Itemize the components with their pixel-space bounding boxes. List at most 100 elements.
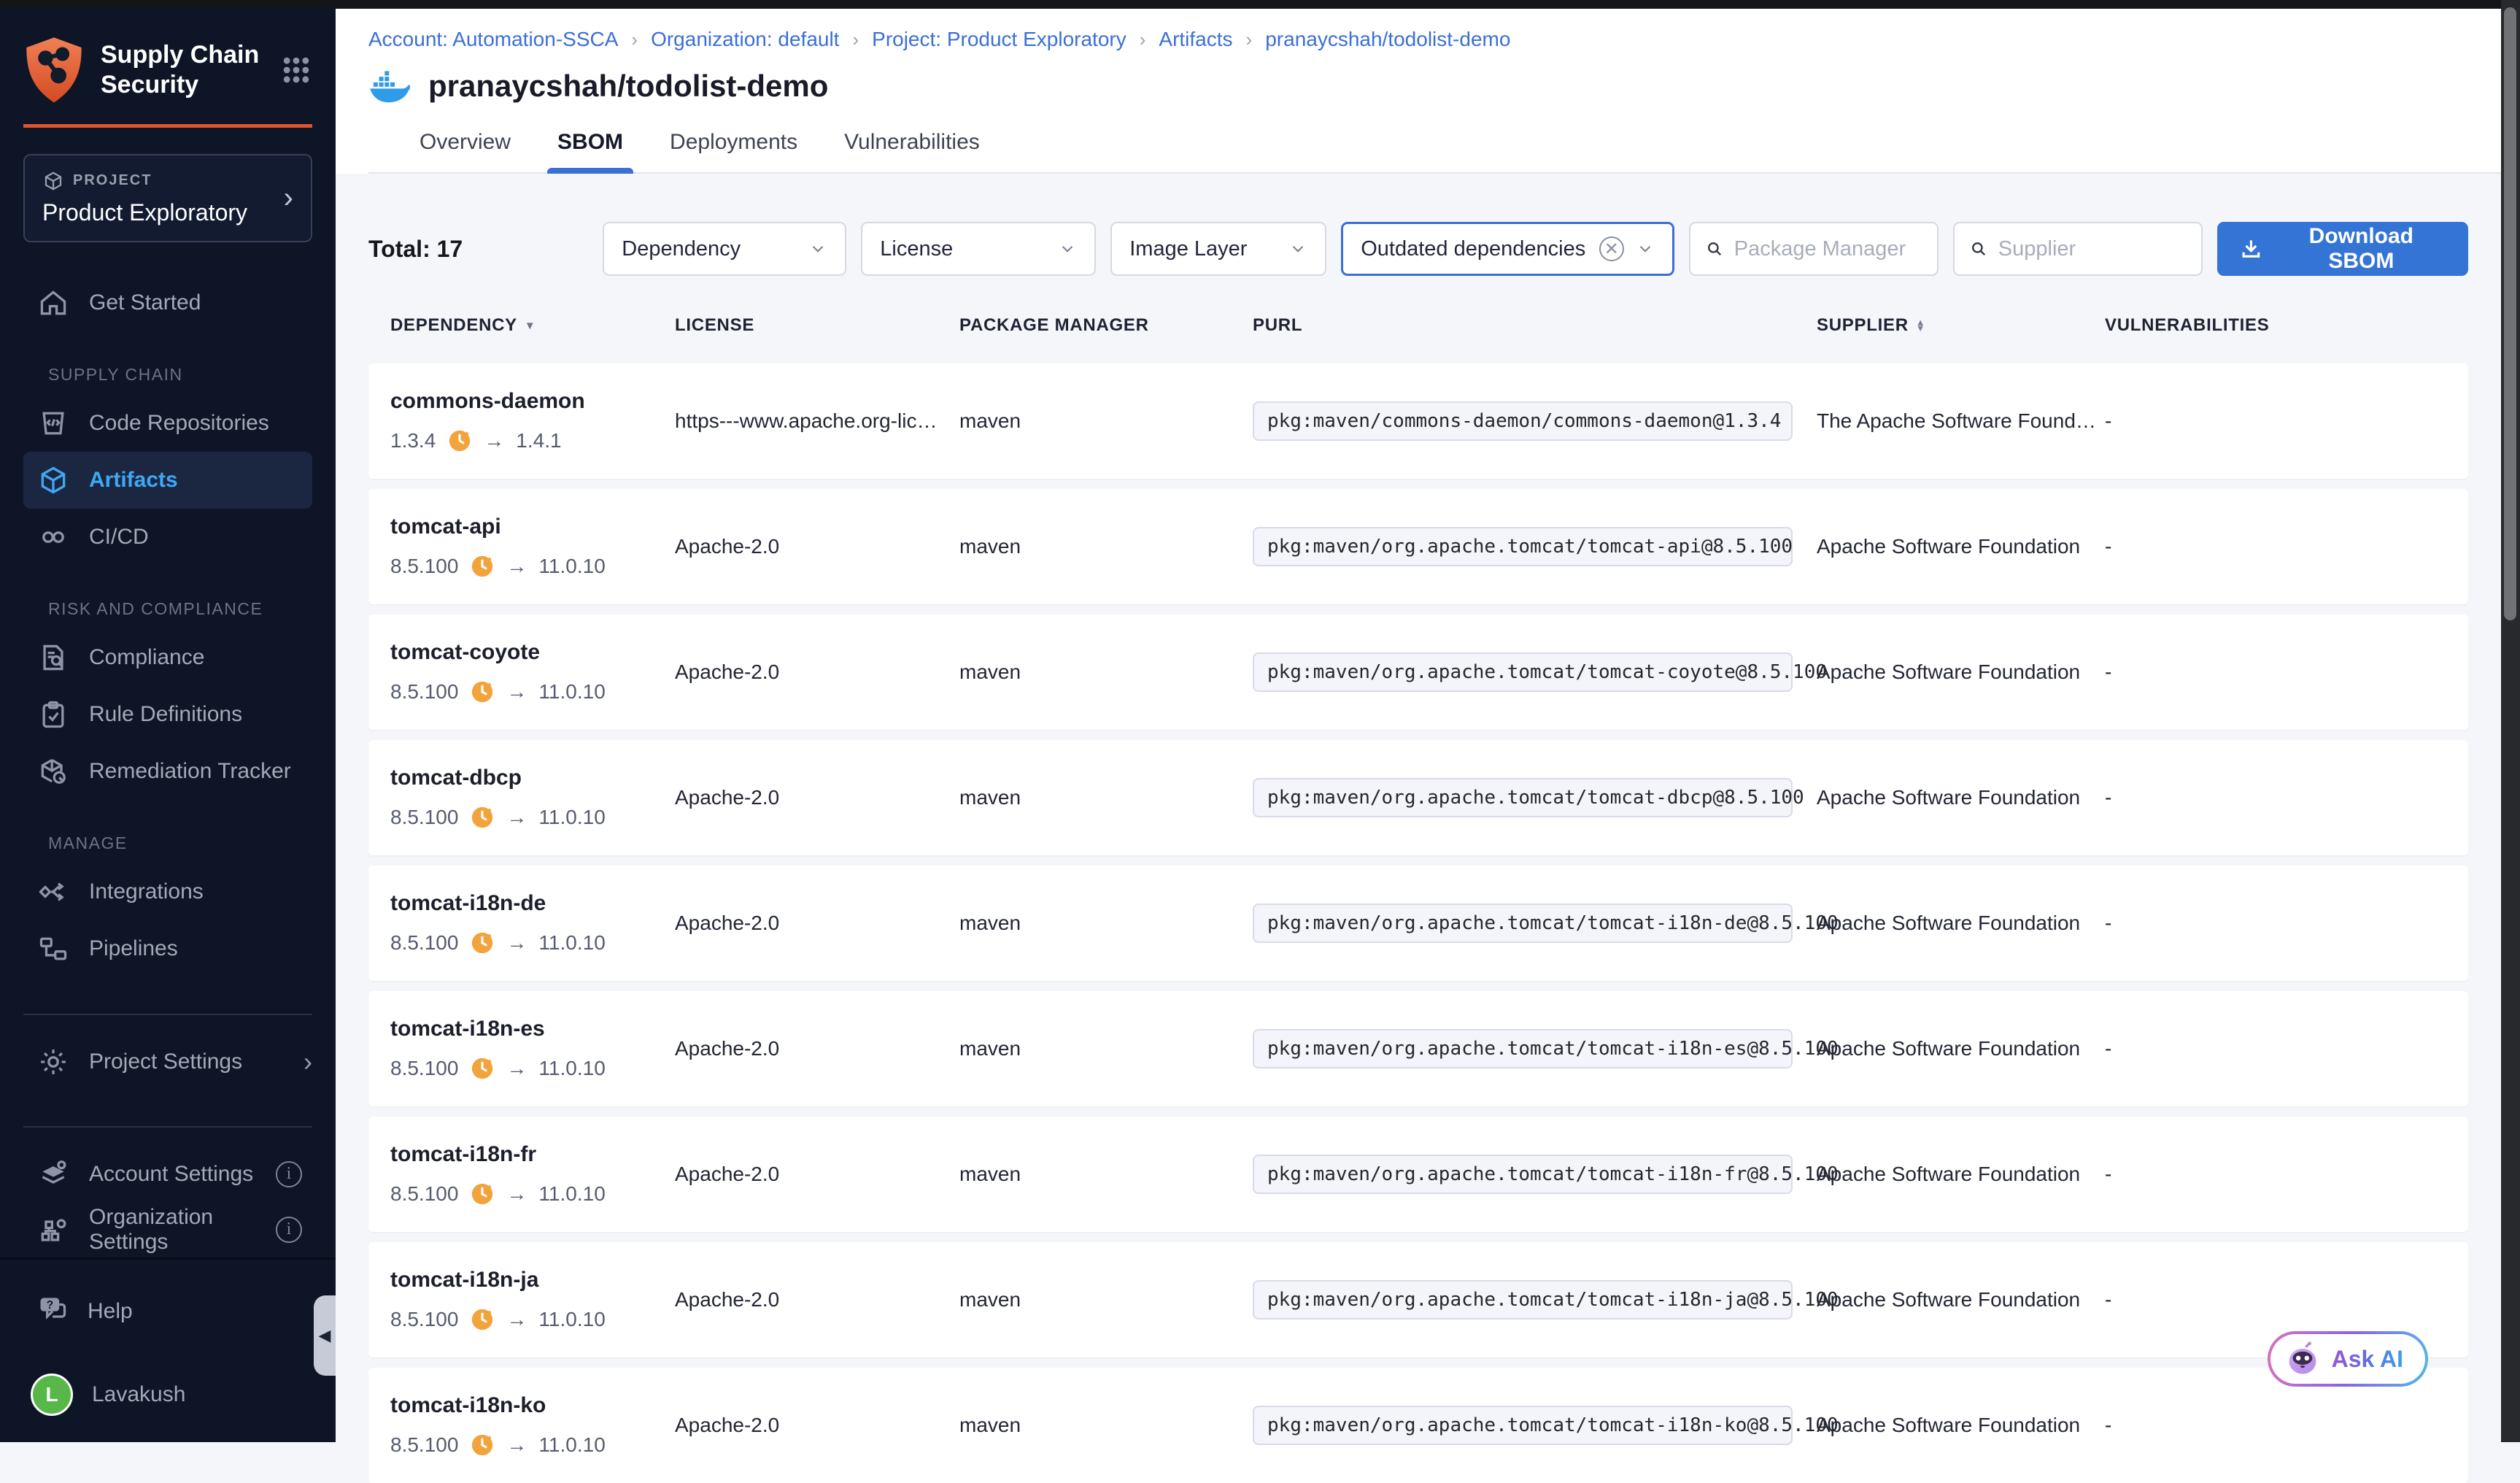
- purl-chip[interactable]: pkg:maven/org.apache.tomcat/tomcat-i18n-…: [1253, 1155, 1793, 1194]
- supplier-cell: Apache Software Foundation: [1817, 1288, 2105, 1311]
- sidebar-item-rule-definitions[interactable]: Rule Definitions: [23, 686, 312, 743]
- app-switcher-icon[interactable]: [280, 54, 312, 86]
- help-chat-icon: ?: [36, 1293, 69, 1330]
- sidebar-item-label: Compliance: [89, 645, 204, 670]
- breadcrumb-link[interactable]: Project: Product Exploratory: [872, 28, 1126, 51]
- page-scrollbar[interactable]: [2501, 0, 2520, 1442]
- breadcrumb-separator: ›: [631, 28, 638, 51]
- table-row[interactable]: tomcat-i18n-es8.5.100→11.0.10Apache-2.0m…: [368, 991, 2468, 1106]
- active-filter-label: Outdated dependencies: [1361, 237, 1588, 261]
- dependency-name: tomcat-i18n-fr: [390, 1142, 675, 1167]
- column-header-supplier[interactable]: SUPPLIER ▲▼: [1817, 315, 2105, 336]
- current-version: 8.5.100: [390, 931, 458, 955]
- table-row[interactable]: tomcat-i18n-fr8.5.100→11.0.10Apache-2.0m…: [368, 1117, 2468, 1232]
- arrow-right-icon: →: [506, 931, 527, 955]
- sidebar-item-integrations[interactable]: Integrations: [23, 863, 312, 920]
- table-row[interactable]: tomcat-i18n-de8.5.100→11.0.10Apache-2.0m…: [368, 866, 2468, 981]
- sidebar-item-artifacts[interactable]: Artifacts: [23, 452, 312, 509]
- sidebar-item-organization-settings[interactable]: Organization Settings i: [23, 1202, 312, 1257]
- license-cell: Apache-2.0: [675, 786, 959, 809]
- purl-chip[interactable]: pkg:maven/org.apache.tomcat/tomcat-coyot…: [1253, 652, 1793, 692]
- column-header-dependency[interactable]: DEPENDENCY▼: [390, 315, 675, 336]
- sort-desc-icon: ▼: [525, 320, 536, 332]
- dependency-versions: 8.5.100→11.0.10: [390, 554, 675, 579]
- purl-chip[interactable]: pkg:maven/commons-daemon/commons-daemon@…: [1253, 401, 1793, 441]
- box-wrench-icon: [36, 755, 70, 788]
- sidebar-item-get-started[interactable]: Get Started: [23, 274, 312, 331]
- column-header-purl: PURL: [1253, 315, 1817, 336]
- purl-chip[interactable]: pkg:maven/org.apache.tomcat/tomcat-i18n-…: [1253, 1029, 1793, 1068]
- table-row[interactable]: tomcat-dbcp8.5.100→11.0.10Apache-2.0mave…: [368, 740, 2468, 855]
- sidebar-item-compliance[interactable]: Compliance: [23, 629, 312, 686]
- ask-ai-label: Ask AI: [2332, 1346, 2403, 1373]
- breadcrumb-link[interactable]: Organization: default: [651, 28, 839, 51]
- filter-dropdown-license[interactable]: License: [861, 222, 1096, 276]
- filter-dropdown-outdated[interactable]: Outdated dependencies ✕: [1341, 222, 1674, 276]
- table-row[interactable]: tomcat-api8.5.100→11.0.10Apache-2.0maven…: [368, 489, 2468, 604]
- sidebar-item-project-settings[interactable]: Project Settings ›: [23, 1034, 312, 1090]
- cube-icon: [36, 463, 70, 497]
- table-row[interactable]: commons-daemon1.3.4→1.4.1https---www.apa…: [368, 363, 2468, 479]
- sidebar-item-pipelines[interactable]: Pipelines: [23, 920, 312, 977]
- sidebar-item-remediation-tracker[interactable]: Remediation Tracker: [23, 743, 312, 800]
- supplier-cell: Apache Software Foundation: [1817, 660, 2105, 684]
- purl-chip[interactable]: pkg:maven/org.apache.tomcat/tomcat-i18n-…: [1253, 904, 1793, 943]
- project-label: PROJECT: [73, 172, 152, 189]
- breadcrumb-separator: ›: [1246, 28, 1253, 51]
- package-manager-cell: maven: [959, 912, 1253, 935]
- clear-filter-icon[interactable]: ✕: [1599, 236, 1624, 261]
- table-body: commons-daemon1.3.4→1.4.1https---www.apa…: [368, 363, 2468, 1483]
- tab-overview[interactable]: Overview: [420, 130, 511, 172]
- latest-version: 11.0.10: [538, 1308, 605, 1331]
- outdated-clock-icon: [447, 428, 472, 453]
- scrollbar-thumb[interactable]: [2504, 7, 2516, 620]
- purl-chip[interactable]: pkg:maven/org.apache.tomcat/tomcat-i18n-…: [1253, 1406, 1793, 1445]
- purl-chip[interactable]: pkg:maven/org.apache.tomcat/tomcat-i18n-…: [1253, 1280, 1793, 1320]
- info-icon[interactable]: i: [276, 1161, 302, 1187]
- purl-chip[interactable]: pkg:maven/org.apache.tomcat/tomcat-dbcp@…: [1253, 778, 1793, 817]
- tab-deployments[interactable]: Deployments: [670, 130, 797, 172]
- total-count: Total: 17: [368, 236, 603, 263]
- info-icon[interactable]: i: [276, 1217, 302, 1243]
- project-name: Product Exploratory: [42, 199, 284, 226]
- table-row[interactable]: tomcat-i18n-ko8.5.100→11.0.10Apache-2.0m…: [368, 1368, 2468, 1483]
- user-menu[interactable]: L Lavakush: [23, 1369, 312, 1420]
- supplier-cell: Apache Software Foundation: [1817, 786, 2105, 809]
- dependency-versions: 8.5.100→11.0.10: [390, 805, 675, 830]
- download-sbom-button[interactable]: Download SBOM: [2217, 222, 2468, 276]
- table-row[interactable]: tomcat-i18n-ja8.5.100→11.0.10Apache-2.0m…: [368, 1242, 2468, 1357]
- package-manager-search: [1689, 222, 1939, 276]
- integrations-icon: [36, 875, 70, 909]
- current-version: 8.5.100: [390, 1182, 458, 1206]
- sidebar-item-code-repositories[interactable]: Code Repositories: [23, 395, 312, 452]
- sidebar-collapse-handle[interactable]: ◀: [314, 1295, 336, 1376]
- help-button[interactable]: ? Help: [23, 1286, 312, 1337]
- current-version: 8.5.100: [390, 1433, 458, 1457]
- supplier-cell: Apache Software Foundation: [1817, 912, 2105, 935]
- tab-vulnerabilities[interactable]: Vulnerabilities: [844, 130, 980, 172]
- supplier-search: [1953, 222, 2203, 276]
- package-manager-input[interactable]: [1734, 237, 1922, 261]
- breadcrumb-link[interactable]: Artifacts: [1159, 28, 1232, 51]
- filter-dropdown-image-layer[interactable]: Image Layer: [1110, 222, 1326, 276]
- outdated-clock-icon: [470, 1433, 495, 1457]
- dependency-name: tomcat-i18n-ko: [390, 1393, 675, 1418]
- table-row[interactable]: tomcat-coyote8.5.100→11.0.10Apache-2.0ma…: [368, 615, 2468, 730]
- sbom-content: Total: 17 Dependency License Image Layer O…: [336, 174, 2501, 1483]
- filter-dropdown-dependency[interactable]: Dependency: [603, 222, 846, 276]
- column-header-vulnerabilities: VULNERABILITIES: [2105, 315, 2468, 336]
- ask-ai-button[interactable]: Ask AI: [2268, 1331, 2428, 1387]
- breadcrumb-link[interactable]: Account: Automation-SSCA: [368, 28, 618, 51]
- tab-sbom[interactable]: SBOM: [557, 130, 623, 172]
- supplier-input[interactable]: [1998, 237, 2187, 261]
- brand-underline: [23, 124, 312, 128]
- purl-chip[interactable]: pkg:maven/org.apache.tomcat/tomcat-api@8…: [1253, 527, 1793, 566]
- sidebar-item-ci-cd[interactable]: CI/CD: [23, 509, 312, 566]
- outdated-clock-icon: [470, 679, 495, 704]
- vulnerabilities-cell: -: [2105, 660, 2468, 684]
- breadcrumb-link[interactable]: pranaycshah/todolist-demo: [1265, 28, 1510, 51]
- project-selector[interactable]: PROJECT Product Exploratory ›: [23, 154, 312, 242]
- sidebar-item-account-settings[interactable]: Account Settings i: [23, 1147, 312, 1202]
- purl-cell: pkg:maven/org.apache.tomcat/tomcat-i18n-…: [1253, 1155, 1817, 1194]
- license-cell: Apache-2.0: [675, 660, 959, 684]
